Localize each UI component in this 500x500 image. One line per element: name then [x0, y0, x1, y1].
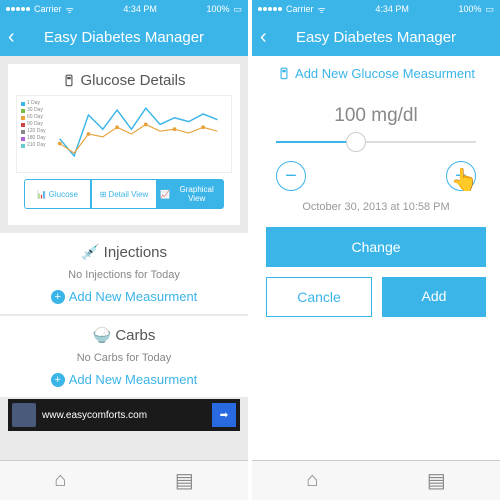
chart-svg	[55, 100, 227, 168]
home-tab[interactable]: ⌂	[306, 469, 318, 492]
chart-legend: 1 Day 30 Day 60 Day 90 Day 120 Day 180 D…	[21, 100, 55, 168]
list-tab[interactable]: ▤	[175, 468, 194, 493]
cancel-button[interactable]: Cancle	[266, 277, 372, 317]
glucose-slider[interactable]	[276, 141, 476, 143]
ad-url: www.easycomforts.com	[42, 410, 147, 421]
battery-text: 100%	[458, 4, 481, 14]
glucose-card: Glucose Details 1 Day 30 Day 60 Day 90 D…	[8, 64, 240, 225]
slider-thumb[interactable]	[346, 132, 366, 152]
wifi-icon: ᯤ	[66, 3, 74, 16]
carrier-label: Carrier	[286, 4, 314, 14]
add-button[interactable]: Add	[382, 277, 486, 317]
seg-glucose[interactable]: 📊 Glucose	[24, 179, 91, 209]
ad-banner[interactable]: www.easycomforts.com ➡	[8, 399, 240, 431]
add-carbs-link[interactable]: + Add New Measurment	[0, 372, 248, 387]
nav-title: Easy Diabetes Manager	[296, 29, 456, 46]
meter-icon	[62, 74, 76, 88]
datetime-label: October 30, 2013 at 10:58 PM	[266, 201, 486, 213]
bowl-icon: 🍚	[93, 326, 112, 344]
plus-icon: +	[51, 290, 65, 304]
content-area: Add New Glucose Measurment 100 mg/dl − +…	[252, 56, 500, 460]
add-injection-link[interactable]: + Add New Measurment	[0, 289, 248, 304]
phone-left: Carrier ᯤ 4:34 PM 100% ▭ ‹ Easy Diabetes…	[0, 0, 248, 500]
glucose-chart: 1 Day 30 Day 60 Day 90 Day 120 Day 180 D…	[16, 95, 232, 173]
injections-section: 💉 Injections No Injections for Today + A…	[0, 233, 248, 314]
wifi-icon: ᯤ	[318, 3, 326, 16]
home-tab[interactable]: ⌂	[54, 469, 66, 492]
nav-bar: ‹ Easy Diabetes Manager	[252, 18, 500, 56]
minus-button[interactable]: −	[276, 161, 306, 191]
ad-arrow-icon: ➡	[212, 403, 236, 427]
nav-bar: ‹ Easy Diabetes Manager	[0, 18, 248, 56]
back-button[interactable]: ‹	[8, 26, 15, 49]
battery-icon: ▭	[233, 4, 242, 15]
injections-title: 💉 Injections	[0, 243, 248, 261]
back-button[interactable]: ‹	[260, 26, 267, 49]
list-tab[interactable]: ▤	[427, 468, 446, 493]
status-time: 4:34 PM	[375, 4, 409, 14]
nav-title: Easy Diabetes Manager	[44, 29, 204, 46]
content-area: Glucose Details 1 Day 30 Day 60 Day 90 D…	[0, 56, 248, 460]
status-bar: Carrier ᯤ 4:34 PM 100% ▭	[0, 0, 248, 18]
section-title: Add New Glucose Measurment	[266, 66, 486, 81]
tab-bar: ⌂ ▤	[0, 460, 248, 500]
carbs-section: 🍚 Carbs No Carbs for Today + Add New Mea…	[0, 316, 248, 397]
plus-icon: +	[51, 373, 65, 387]
segmented-control: 📊 Glucose ⊞ Detail View 📈 Graphical View	[24, 179, 224, 209]
status-bar: Carrier ᯤ 4:34 PM 100% ▭	[252, 0, 500, 18]
battery-icon: ▭	[485, 4, 494, 15]
carbs-empty: No Carbs for Today	[0, 352, 248, 364]
status-time: 4:34 PM	[123, 4, 157, 14]
ad-image	[12, 403, 36, 427]
meter-icon	[277, 67, 291, 81]
steppers: − + 👆	[276, 161, 476, 191]
seg-detail[interactable]: ⊞ Detail View	[91, 179, 158, 209]
glucose-title: Glucose Details	[16, 72, 232, 89]
carrier-label: Carrier	[34, 4, 62, 14]
tab-bar: ⌂ ▤	[252, 460, 500, 500]
phone-right: Carrier ᯤ 4:34 PM 100% ▭ ‹ Easy Diabetes…	[252, 0, 500, 500]
battery-text: 100%	[206, 4, 229, 14]
change-button[interactable]: Change	[266, 227, 486, 267]
glucose-value: 100 mg/dl	[266, 105, 486, 127]
pointer-icon: 👆	[451, 167, 478, 193]
syringe-icon: 💉	[81, 243, 100, 261]
carbs-title: 🍚 Carbs	[0, 326, 248, 344]
seg-graphical[interactable]: 📈 Graphical View	[157, 179, 224, 209]
injections-empty: No Injections for Today	[0, 269, 248, 281]
